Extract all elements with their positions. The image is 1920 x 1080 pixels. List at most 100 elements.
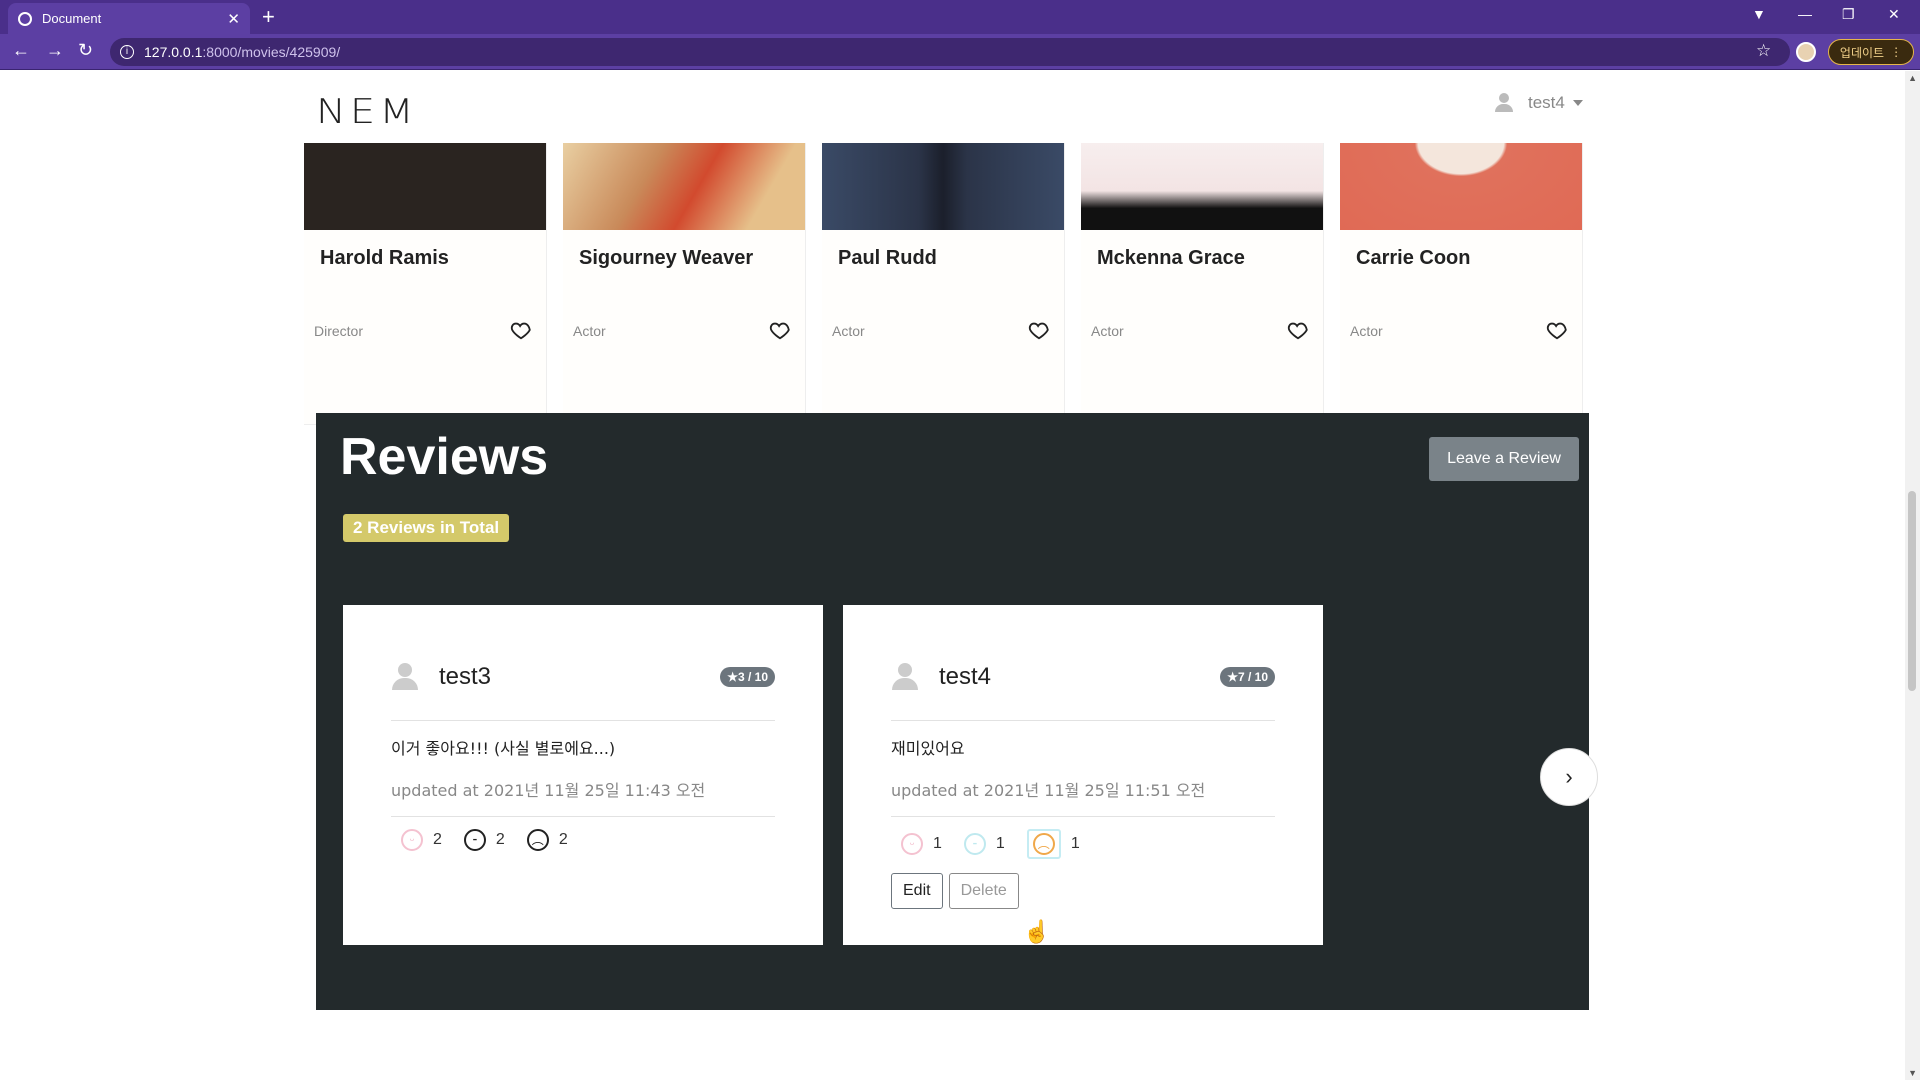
star-icon: ★: [727, 670, 738, 684]
review-updated: updated at 2021년 11월 25일 11:51 오전: [891, 781, 1206, 800]
divider: [891, 816, 1275, 817]
cast-photo: [563, 143, 805, 230]
next-arrow-button[interactable]: ›: [1540, 748, 1598, 806]
review-content: 재미있어요: [891, 739, 965, 758]
user-avatar-icon: [1494, 93, 1514, 113]
cast-card[interactable]: Paul Rudd Actor: [822, 143, 1065, 425]
review-card: test3 ★3 / 10 이거 좋아요!!! (사실 별로에요...) upd…: [343, 605, 823, 945]
smile-icon[interactable]: ᵕ: [901, 833, 923, 855]
review-header: test4 ★7 / 10: [891, 661, 1275, 693]
reviews-title: Reviews: [340, 428, 549, 486]
cast-card[interactable]: Mckenna Grace Actor: [1081, 143, 1324, 425]
review-card: test4 ★7 / 10 재미있어요 updated at 2021년 11월…: [843, 605, 1323, 945]
angry-count: 2: [558, 831, 568, 848]
angry-face-icon[interactable]: ︵: [1032, 833, 1055, 855]
profile-avatar[interactable]: [1796, 42, 1816, 62]
rating-value: 3 / 10: [737, 670, 768, 684]
review-author: test4: [939, 663, 992, 690]
cast-name: Paul Rudd: [838, 247, 937, 269]
angry-face-icon[interactable]: ︵: [526, 829, 549, 851]
cast-photo: [822, 143, 1064, 230]
like-count: 1: [933, 835, 942, 852]
cast-card[interactable]: Harold Ramis Director: [304, 143, 547, 425]
neutral-count: 2: [495, 831, 505, 848]
reaction-bar: ᵕ 2 ⁃ 2 ︵ 2: [401, 829, 580, 851]
reaction-bar: ᵕ 1 ⁃ 1 ︵ 1: [901, 829, 1092, 859]
neutral-face-icon[interactable]: ⁃: [963, 833, 986, 855]
globe-icon: [18, 11, 32, 26]
leave-review-button[interactable]: Leave a Review: [1429, 437, 1579, 481]
site-logo[interactable]: NEM: [316, 92, 418, 131]
address-bar[interactable]: i 127.0.0.1:8000/movies/425909/: [110, 38, 1790, 66]
scroll-down-icon[interactable]: ▼: [1908, 1068, 1917, 1078]
page-viewport: NEM test4 Harold Ramis Director Sigourne…: [0, 71, 1905, 1080]
review-updated: updated at 2021년 11월 25일 11:43 오전: [391, 781, 706, 800]
review-author: test3: [439, 663, 492, 690]
heart-icon[interactable]: [1546, 319, 1568, 341]
scroll-thumb[interactable]: [1908, 491, 1916, 691]
edit-button[interactable]: Edit: [891, 873, 943, 909]
cast-role: Director: [314, 323, 364, 339]
cast-name: Carrie Coon: [1356, 247, 1471, 269]
url-path: :8000/movies/425909/: [202, 44, 341, 60]
browser-tabbar: Document ✕ + ▼ — ❐ ✕: [0, 0, 1920, 34]
cast-card[interactable]: Sigourney Weaver Actor: [563, 143, 806, 425]
rating-badge: ★3 / 10: [720, 667, 775, 687]
angry-reaction-button[interactable]: ︵: [1026, 829, 1061, 859]
update-label: 업데이트: [1839, 45, 1885, 60]
cast-photo: [304, 143, 546, 230]
cast-role: Actor: [832, 323, 865, 339]
restore-button[interactable]: ❐: [1842, 6, 1855, 23]
cast-card[interactable]: Carrie Coon Actor: [1340, 143, 1583, 425]
cast-role: Actor: [1350, 323, 1383, 339]
rating-badge: ★7 / 10: [1220, 667, 1275, 687]
rating-value: 7 / 10: [1237, 670, 1268, 684]
angry-count: 1: [1070, 835, 1080, 852]
user-avatar-icon: [391, 663, 419, 691]
update-button[interactable]: 업데이트 ⋮: [1828, 39, 1914, 65]
info-icon[interactable]: i: [120, 45, 134, 59]
minimize-button[interactable]: —: [1798, 6, 1812, 22]
heart-icon[interactable]: [1028, 319, 1050, 341]
tab-title: Document: [42, 11, 102, 26]
site-navbar: NEM test4: [0, 71, 1905, 143]
user-menu-name: test4: [1528, 93, 1565, 112]
scroll-up-icon[interactable]: ▲: [1908, 73, 1917, 83]
reviews-section: Reviews 2 Reviews in Total Leave a Revie…: [316, 413, 1598, 1010]
back-icon[interactable]: ←: [12, 40, 30, 61]
heart-icon[interactable]: [769, 319, 791, 341]
cast-photo: [1081, 143, 1323, 230]
browser-tab[interactable]: Document ✕: [8, 3, 250, 34]
hand-cursor-icon: ☝: [1023, 919, 1051, 944]
heart-icon[interactable]: [1287, 319, 1309, 341]
neutral-count: 1: [995, 835, 1005, 852]
review-content: 이거 좋아요!!! (사실 별로에요...): [391, 739, 616, 758]
reload-icon[interactable]: ↻: [78, 40, 93, 61]
smile-icon[interactable]: ᵕ: [401, 829, 423, 851]
url-host: 127.0.0.1: [144, 44, 203, 60]
divider: [891, 720, 1275, 721]
close-window-button[interactable]: ✕: [1888, 6, 1900, 23]
user-menu[interactable]: test4: [1494, 93, 1583, 113]
neutral-face-icon[interactable]: ⁃: [463, 829, 486, 851]
user-avatar-icon: [891, 663, 919, 691]
page-scrollbar[interactable]: ▲ ▼: [1905, 71, 1920, 1080]
close-tab-icon[interactable]: ✕: [227, 10, 240, 28]
divider: [391, 720, 775, 721]
cast-photo: [1340, 143, 1582, 230]
caret-down-icon: [1572, 100, 1583, 106]
new-tab-button[interactable]: +: [262, 4, 275, 30]
forward-icon[interactable]: →: [46, 40, 64, 61]
like-count: 2: [433, 831, 442, 848]
review-actions: Edit Delete: [891, 873, 1019, 909]
kebab-menu-icon[interactable]: ⋮: [1890, 45, 1902, 59]
browser-toolbar: ← → ↻ i 127.0.0.1:8000/movies/425909/: [0, 34, 1920, 70]
cast-name: Mckenna Grace: [1097, 247, 1245, 269]
divider: [391, 816, 775, 817]
bookmark-star-icon[interactable]: ☆: [1756, 41, 1771, 61]
heart-icon[interactable]: [510, 319, 532, 341]
profile-menu-icon[interactable]: ▼: [1752, 6, 1766, 22]
cast-list: Harold Ramis Director Sigourney Weaver A…: [304, 143, 1604, 425]
delete-button[interactable]: Delete: [948, 873, 1019, 909]
review-header: test3 ★3 / 10: [391, 661, 775, 693]
